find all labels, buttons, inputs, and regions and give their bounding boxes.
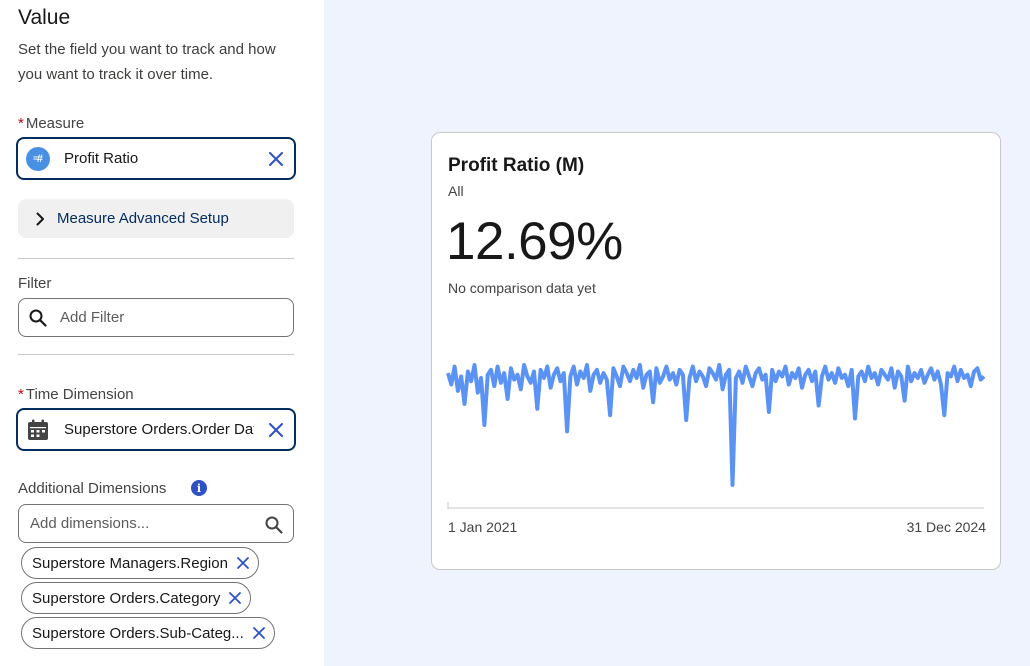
chevron-right-icon bbox=[36, 212, 48, 226]
measure-label: * Measure bbox=[18, 115, 85, 132]
remove-chip-icon[interactable] bbox=[252, 626, 266, 640]
metric-subtitle: All bbox=[448, 183, 464, 199]
metric-title: Profit Ratio (M) bbox=[448, 155, 585, 176]
config-panel: Value Set the field you want to track an… bbox=[0, 0, 324, 666]
divider bbox=[18, 258, 294, 259]
chip-label: Superstore Orders.Category bbox=[32, 589, 221, 607]
profit-ratio-series-line bbox=[446, 363, 986, 487]
dimension-chip-region[interactable]: Superstore Managers.Region bbox=[21, 547, 259, 579]
measure-field[interactable]: = # Profit Ratio bbox=[16, 137, 296, 180]
time-dimension-field[interactable]: Superstore Orders.Order Date bbox=[16, 408, 296, 451]
add-dimensions-placeholder: Add dimensions... bbox=[30, 515, 150, 532]
remove-chip-icon[interactable] bbox=[236, 556, 250, 570]
dimension-chip-sub-category[interactable]: Superstore Orders.Sub-Categ... bbox=[21, 617, 275, 649]
search-icon bbox=[29, 308, 49, 328]
clear-time-dimension-icon[interactable] bbox=[266, 420, 286, 440]
comparison-note: No comparison data yet bbox=[448, 280, 596, 296]
trend-chart bbox=[446, 363, 986, 509]
time-dimension-label: * Time Dimension bbox=[18, 386, 134, 403]
measure-value: Profit Ratio bbox=[64, 150, 139, 167]
number-field-icon: = # bbox=[26, 146, 50, 171]
x-axis-end-label: 31 Dec 2024 bbox=[906, 519, 986, 535]
chip-label: Superstore Orders.Sub-Categ... bbox=[32, 624, 244, 642]
chip-label: Superstore Managers.Region bbox=[32, 554, 228, 572]
calendar-icon bbox=[26, 418, 50, 442]
metric-preview-card: Profit Ratio (M) All 12.69% No compariso… bbox=[431, 132, 1001, 570]
filter-input[interactable]: Add Filter bbox=[18, 298, 294, 337]
x-axis-start-label: 1 Jan 2021 bbox=[448, 519, 518, 535]
add-dimensions-input[interactable]: Add dimensions... bbox=[18, 504, 294, 543]
time-dimension-value: Superstore Orders.Order Date bbox=[64, 421, 254, 438]
clear-measure-icon[interactable] bbox=[266, 149, 286, 169]
additional-dimensions-label: Additional Dimensions bbox=[18, 480, 167, 497]
divider bbox=[18, 354, 294, 355]
advanced-setup-label: Measure Advanced Setup bbox=[57, 210, 229, 227]
metric-value: 12.69% bbox=[446, 212, 623, 271]
required-mark: * bbox=[18, 115, 24, 132]
search-icon[interactable] bbox=[265, 515, 285, 535]
section-title: Value bbox=[18, 6, 71, 29]
section-description: Set the field you want to track and how … bbox=[18, 41, 276, 83]
info-icon[interactable]: i bbox=[191, 480, 207, 496]
required-mark: * bbox=[18, 386, 24, 403]
dimension-chip-category[interactable]: Superstore Orders.Category bbox=[21, 582, 252, 614]
filter-placeholder: Add Filter bbox=[60, 309, 125, 326]
filter-label: Filter bbox=[18, 275, 52, 292]
remove-chip-icon[interactable] bbox=[228, 591, 242, 605]
measure-advanced-setup-toggle[interactable]: Measure Advanced Setup bbox=[18, 199, 294, 238]
